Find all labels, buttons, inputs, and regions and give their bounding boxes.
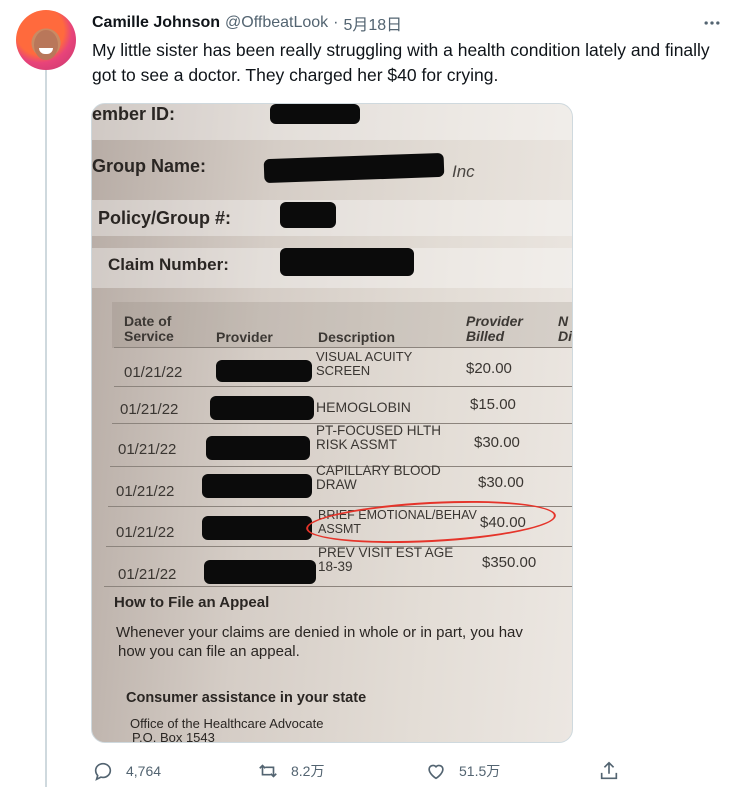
avatar-face: [34, 30, 58, 60]
row-description: HEMOGLOBIN: [316, 399, 411, 415]
redaction-block: [204, 560, 316, 584]
row-description: PREV VISIT EST AGE 18-39: [318, 545, 454, 574]
table-divider: [114, 347, 572, 348]
redaction-block: [280, 202, 336, 228]
row-description: VISUAL ACUITY SCREEN: [316, 349, 413, 378]
tweet-date[interactable]: 5月18日: [343, 11, 402, 35]
row-date: 01/21/22: [120, 401, 179, 418]
redaction-block: [210, 396, 314, 420]
row-date: 01/21/22: [124, 364, 183, 381]
row-date: 01/21/22: [118, 566, 177, 583]
tweet-actions: 4,764 8.2万 51.5万: [92, 756, 632, 786]
reply-count: 4,764: [126, 763, 162, 779]
row-billed: $30.00: [474, 434, 520, 451]
tweet-header: Camille Johnson @OffbeatLook · 5月18日: [92, 12, 402, 34]
reply-button[interactable]: 4,764: [92, 756, 161, 786]
redaction-block: [206, 436, 310, 460]
table-divider: [114, 386, 572, 387]
author-name[interactable]: Camille Johnson: [92, 14, 220, 32]
author-handle[interactable]: @OffbeatLook: [225, 14, 328, 32]
red-highlight-circle: [305, 495, 557, 549]
col-cut-off: N Di: [558, 313, 572, 344]
more-options-button[interactable]: [699, 10, 725, 36]
redaction-block: [280, 248, 414, 276]
redaction-block: [263, 152, 445, 184]
more-horizontal-icon: [704, 21, 720, 25]
row-date: 01/21/22: [116, 524, 175, 541]
row-billed: $20.00: [466, 360, 512, 377]
redaction-block: [270, 104, 360, 124]
retweet-icon: [259, 764, 277, 778]
retweet-button[interactable]: 8.2万: [257, 756, 324, 786]
share-button[interactable]: [598, 756, 620, 786]
heart-icon: [428, 764, 444, 780]
redaction-block: [202, 516, 312, 540]
policy-label: Policy/Group #:: [98, 208, 232, 228]
redaction-block: [202, 474, 312, 498]
like-count: 51.5万: [459, 763, 501, 779]
tweet-photo[interactable]: ember ID: Group Name: Inc Policy/Group #…: [91, 103, 573, 743]
row-billed: $30.00: [478, 474, 524, 491]
po-box-line: P.O. Box 1543: [132, 730, 215, 743]
appeal-heading: How to File an Appeal: [114, 594, 270, 611]
group-name-label: Group Name:: [92, 156, 207, 176]
share-icon: [600, 761, 618, 780]
appeal-text-line-1: Whenever your claims are denied in whole…: [116, 624, 523, 641]
retweet-count: 8.2万: [291, 763, 325, 779]
claim-number-label: Claim Number:: [108, 255, 229, 274]
separator-dot: ·: [333, 14, 339, 31]
thread-line: [45, 70, 47, 787]
redaction-block: [216, 360, 312, 382]
row-date: 01/21/22: [116, 483, 175, 500]
consumer-assistance-heading: Consumer assistance in your state: [126, 690, 367, 706]
col-date-of-service: Date of Service: [124, 313, 174, 344]
tweet-text: My little sister has been really struggl…: [92, 40, 710, 85]
table-divider: [104, 586, 572, 587]
group-suffix: Inc: [452, 162, 475, 181]
reply-icon: [94, 762, 112, 781]
row-billed: $15.00: [470, 396, 516, 413]
row-billed: $350.00: [482, 554, 537, 571]
office-line: Office of the Healthcare Advocate: [130, 716, 324, 731]
row-date: 01/21/22: [118, 441, 177, 458]
member-id-label: ember ID:: [92, 104, 176, 124]
appeal-text-line-2: how you can file an appeal.: [118, 643, 300, 660]
col-provider: Provider: [216, 329, 273, 345]
col-description: Description: [318, 329, 396, 345]
col-provider-billed: Provider Billed: [466, 313, 523, 344]
row-description: CAPILLARY BLOOD DRAW: [316, 463, 441, 492]
row-description: PT-FOCUSED HLTH RISK ASSMT: [316, 423, 442, 452]
avatar[interactable]: [16, 10, 76, 70]
like-button[interactable]: 51.5万: [425, 756, 500, 786]
